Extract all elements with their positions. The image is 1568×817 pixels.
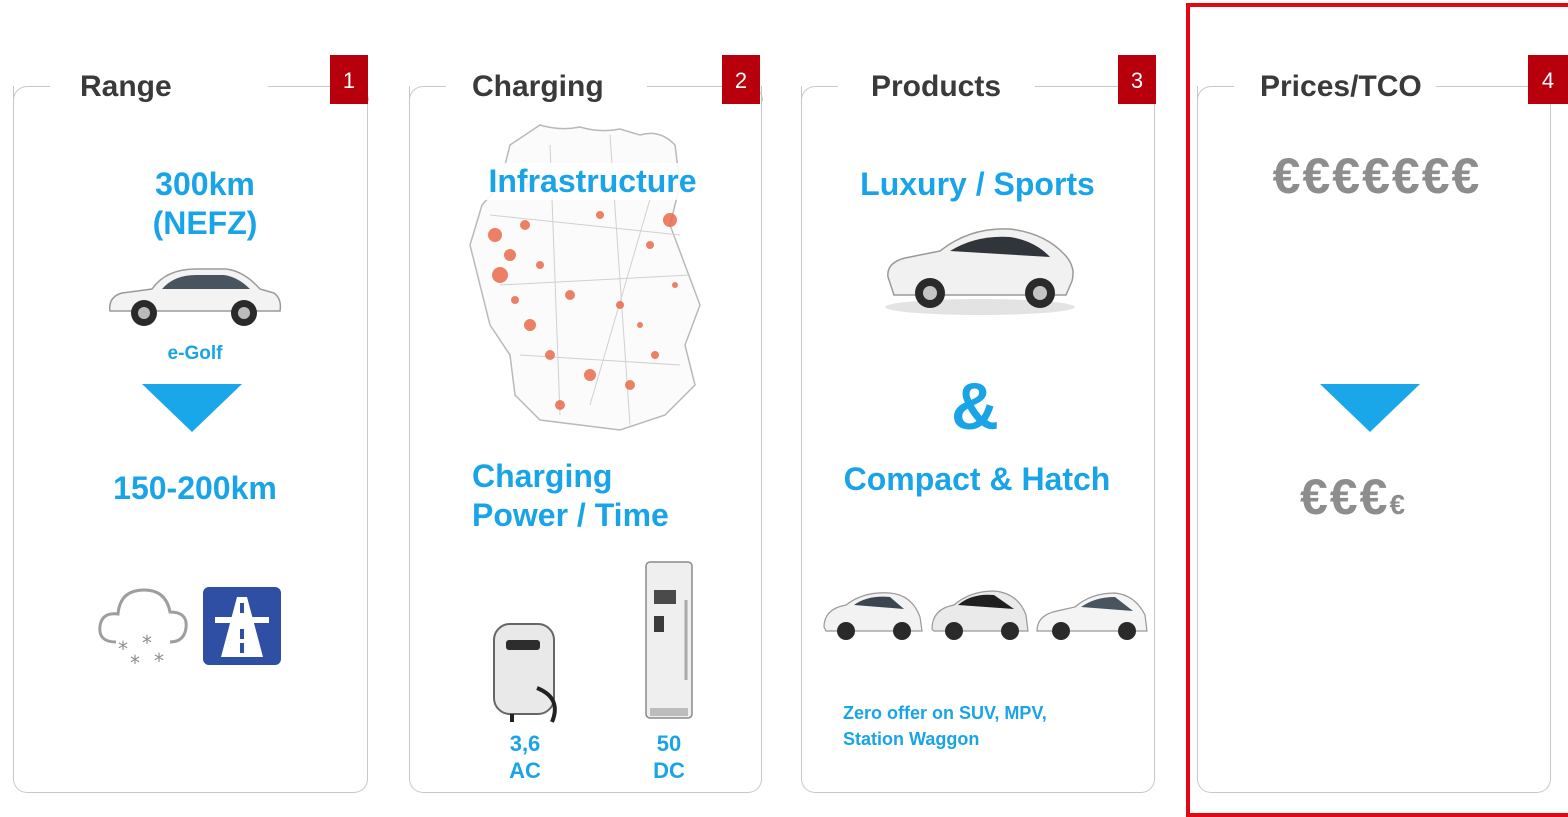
charging-power-label: Charging Power / Time [472,457,722,535]
svg-text:*: * [154,649,164,673]
sports-car-icon [885,228,1075,315]
compact-hatch-label: Compact & Hatch [843,461,1111,497]
prices-low: €€€€ [1300,468,1470,526]
charging-number-badge: 2 [722,55,760,104]
svg-text:*: * [118,637,128,661]
down-arrow-icon [1320,384,1420,432]
products-title: Products [871,70,1002,103]
ac-power-label: 3,6 AC [509,731,541,783]
prices-low-small: € [1389,489,1408,520]
products-number-badge: 3 [1118,55,1156,104]
range-result: 150-200km [113,470,277,506]
prices-high: €€€€€€€ [1272,148,1482,204]
motorway-icon [203,587,281,665]
infrastructure-label: Infrastructure [470,163,715,200]
snow-cloud-icon: * ** * [98,588,188,675]
dc-charger-icon [645,561,693,719]
charging-title: Charging [472,70,604,103]
svg-text:*: * [130,651,140,675]
down-arrow-icon [142,384,242,432]
zero-offer-note: Zero offer on SUV, MPV, Station Waggon [843,703,1047,749]
prices-title: Prices/TCO [1260,70,1422,103]
ampersand: & [951,369,999,443]
range-headline: 300km (NEFZ) [152,166,258,241]
compact-car-icon [823,590,1148,640]
luxury-sports-label: Luxury / Sports [860,166,1095,202]
range-number-badge: 1 [330,55,368,104]
prices-low-large: €€€ [1300,469,1390,525]
egolf-car-icon [109,268,282,326]
wallbox-charger-icon [493,623,557,723]
svg-text:*: * [142,631,152,655]
egolf-label: e-Golf [167,343,223,364]
range-title: Range [80,70,172,103]
prices-number-badge: 4 [1528,55,1568,104]
dc-power-label: 50 DC [653,731,685,783]
